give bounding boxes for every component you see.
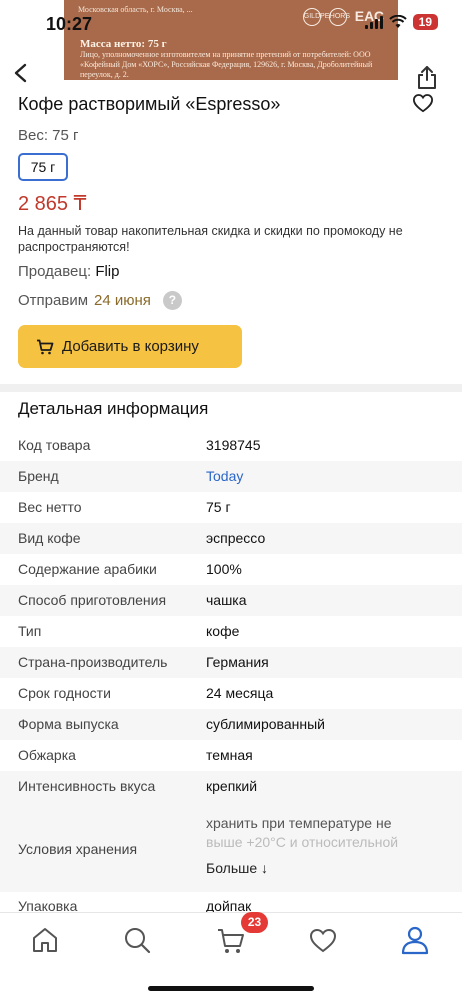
storage-text-line1: хранить при температуре не (206, 815, 392, 831)
spec-row: Вид кофе эспрессо (0, 523, 462, 554)
spec-key: Форма выпуска (18, 716, 119, 732)
tab-profile[interactable] (398, 923, 432, 957)
signal-icon (364, 15, 383, 29)
recycle-mark: GILDPE (302, 8, 329, 26)
spec-value: 3198745 (206, 437, 261, 453)
storage-text-line2: выше +20°С и относительной (206, 834, 399, 850)
spec-key: Срок годности (18, 685, 111, 701)
spec-row: Обжарка темная (0, 740, 462, 771)
add-to-cart-button[interactable]: Добавить в корзину (18, 325, 242, 368)
tab-search[interactable] (120, 923, 154, 957)
spec-row: Интенсивность вкуса крепкий (0, 771, 462, 805)
spec-key: Содержание арабики (18, 561, 157, 577)
section-divider (0, 384, 462, 392)
spec-key: Тип (18, 623, 42, 639)
status-icons: 19 (364, 14, 438, 30)
seller-info: Продавец: Flip (18, 263, 119, 280)
spec-row: Содержание арабики 100% (0, 554, 462, 585)
product-image[interactable]: Московская область, г. Москва, ... GILDP… (64, 0, 398, 80)
shipping-info: Отправим 24 июня ? (18, 291, 182, 310)
spec-key: Вид кофе (18, 530, 81, 546)
product-title: Кофе растворимый «Espresso» (18, 94, 281, 114)
heart-icon (309, 928, 337, 953)
spec-key: Вес нетто (18, 499, 82, 515)
spec-value: чашка (206, 592, 247, 608)
storage-row: Условия хранения хранить при температуре… (0, 805, 462, 892)
spec-row: Тип кофе (0, 616, 462, 647)
spec-value: 75 г (206, 499, 231, 515)
tab-favorites[interactable] (306, 923, 340, 957)
spec-value: крепкий (206, 778, 258, 794)
spec-row: Бренд Today (0, 461, 462, 492)
spec-key: Интенсивность вкуса (18, 778, 156, 794)
favorite-heart-icon[interactable] (412, 93, 434, 113)
spec-value: эспрессо (206, 530, 266, 546)
spec-key: Упаковка (18, 898, 78, 912)
spec-value: 24 месяца (206, 685, 274, 701)
weight-option-chip[interactable]: 75 г (18, 153, 68, 181)
spec-key: Страна-производитель (18, 654, 168, 670)
spec-value: сублимированный (206, 716, 325, 732)
spec-key: Условия хранения (18, 841, 138, 857)
spec-row: Страна-производитель Германия (0, 647, 462, 678)
brand-link[interactable]: Today (206, 468, 243, 484)
spec-value: Германия (206, 654, 269, 670)
weight-label: Вес: 75 г (18, 127, 79, 144)
spec-key: Обжарка (18, 747, 76, 763)
ship-date: 24 июня (94, 292, 151, 309)
wifi-icon (388, 15, 407, 28)
spec-key: Бренд (18, 468, 59, 484)
home-indicator (148, 986, 314, 991)
image-fine-text: Лицо, уполномоченное изготовителем на пр… (80, 50, 373, 79)
cart-icon (37, 339, 54, 354)
spec-key: Способ приготовления (18, 592, 167, 608)
spec-value: кофе (206, 623, 240, 639)
profile-icon (401, 926, 429, 955)
spec-row: Способ приготовления чашка (0, 585, 462, 616)
battery-indicator: 19 (412, 14, 438, 30)
add-to-cart-label: Добавить в корзину (62, 338, 199, 355)
spec-row: Вес нетто 75 г (0, 492, 462, 523)
discount-notice: На данный товар накопительная скидка и с… (18, 224, 403, 254)
search-icon (125, 928, 151, 954)
home-icon (33, 928, 57, 952)
ship-label: Отправим (18, 292, 89, 309)
share-icon[interactable] (414, 64, 440, 90)
spec-row: Форма выпуска сублимированный (0, 709, 462, 740)
details-title: Детальная информация (18, 399, 209, 418)
seller-name[interactable]: Flip (95, 263, 119, 280)
spec-key: Код товара (18, 437, 91, 453)
spec-row: Упаковка дойпак (0, 892, 462, 912)
spec-row: Срок годности 24 месяца (0, 678, 462, 709)
back-arrow-icon[interactable] (10, 62, 32, 84)
cart-count-badge: 23 (241, 912, 268, 933)
brand-mark: HORS (328, 8, 350, 26)
spec-value: 100% (206, 561, 242, 577)
image-weight-text: Масса нетто: 75 г (80, 38, 167, 50)
help-icon[interactable]: ? (162, 291, 182, 310)
spec-value: дойпак (206, 898, 252, 912)
show-more-link[interactable]: Больше ↓ (206, 860, 268, 876)
spec-value: темная (206, 747, 253, 763)
spec-row: Код товара 3198745 (0, 430, 462, 461)
status-time: 10:27 (46, 14, 93, 34)
product-price: 2 865 ₸ (18, 193, 87, 215)
tab-home[interactable] (28, 923, 62, 957)
seller-label: Продавец: (18, 263, 92, 280)
